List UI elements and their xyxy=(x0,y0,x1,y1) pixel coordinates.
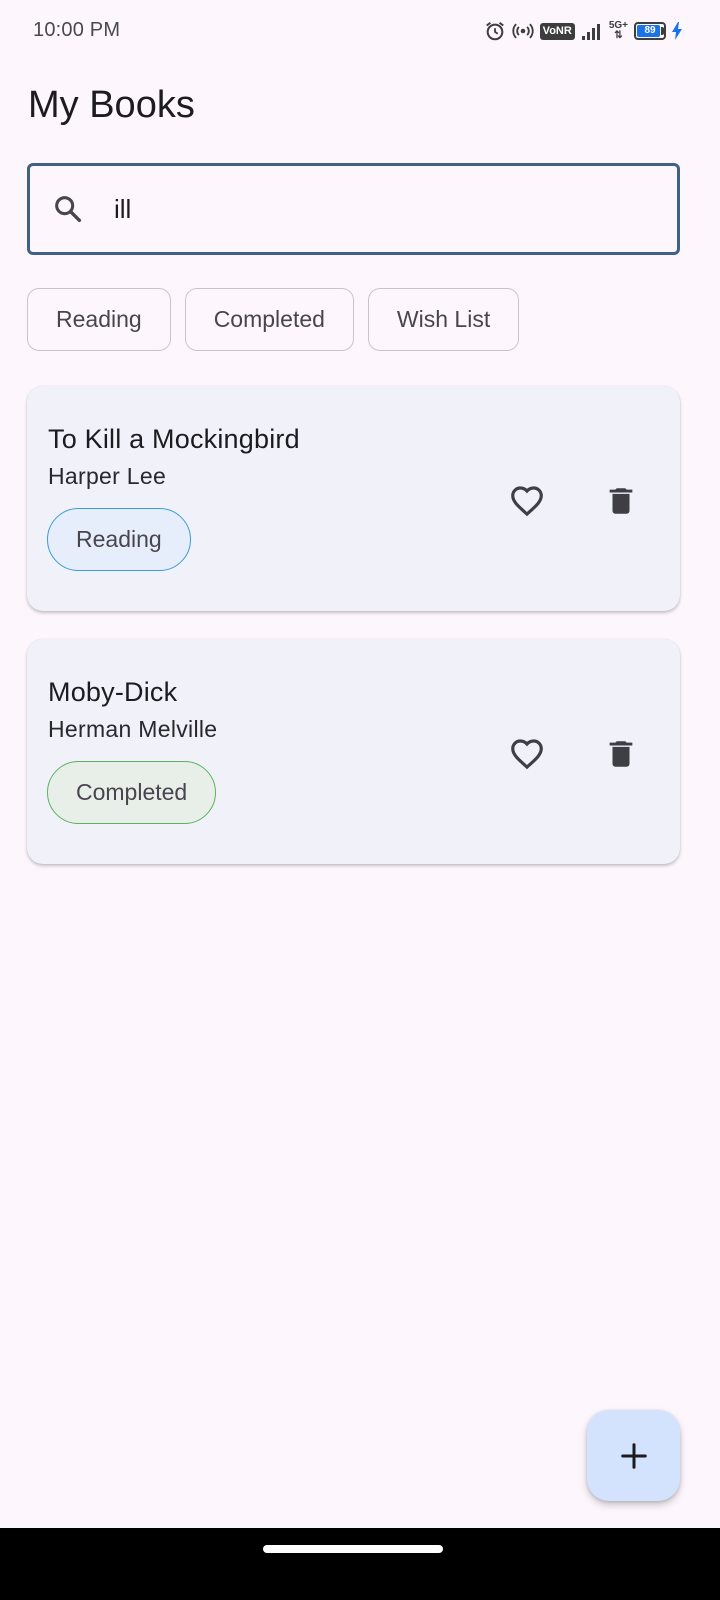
charging-icon xyxy=(670,21,684,41)
battery-level: 89 xyxy=(644,25,656,36)
trash-icon xyxy=(609,741,633,767)
book-list: To Kill a Mockingbird Harper Lee Reading… xyxy=(27,386,680,892)
delete-button[interactable] xyxy=(601,734,641,774)
filter-chip-completed[interactable]: Completed xyxy=(184,288,354,351)
search-input[interactable] xyxy=(112,192,636,226)
battery-icon: 89 xyxy=(634,22,666,40)
status-badge: Completed xyxy=(47,761,217,824)
hotspot-icon xyxy=(512,20,534,42)
filter-chip-wish-list[interactable]: Wish List xyxy=(367,288,520,351)
status-bar: 10:00 PM VoNR 5G+ ⇅ 89 xyxy=(0,0,720,62)
book-card[interactable]: To Kill a Mockingbird Harper Lee Reading xyxy=(27,386,680,611)
search-icon xyxy=(52,193,84,225)
plus-icon xyxy=(620,1442,647,1469)
search-bar[interactable] xyxy=(27,163,680,255)
book-title: Moby-Dick xyxy=(48,677,178,707)
favorite-button[interactable] xyxy=(507,734,547,774)
heart-outline-icon xyxy=(511,486,543,517)
book-author: Herman Melville xyxy=(48,716,218,742)
book-title: To Kill a Mockingbird xyxy=(48,424,300,454)
delete-button[interactable] xyxy=(601,481,641,521)
trash-icon xyxy=(609,488,633,514)
filter-chips: Reading Completed Wish List xyxy=(27,288,520,351)
network-label: 5G+ ⇅ xyxy=(609,21,628,41)
page-title: My Books xyxy=(28,84,195,126)
book-author: Harper Lee xyxy=(48,463,167,489)
favorite-button[interactable] xyxy=(507,481,547,521)
signal-icon xyxy=(581,22,603,40)
data-arrows-icon: ⇅ xyxy=(614,30,623,41)
home-gesture-handle[interactable] xyxy=(263,1545,443,1553)
alarm-icon xyxy=(484,20,506,42)
heart-outline-icon xyxy=(511,739,543,770)
filter-chip-reading[interactable]: Reading xyxy=(27,288,171,351)
status-badge: Reading xyxy=(47,508,191,571)
status-icons: VoNR 5G+ ⇅ 89 xyxy=(484,18,684,44)
navigation-bar xyxy=(0,1528,720,1600)
vonr-badge: VoNR xyxy=(539,22,575,40)
status-time: 10:00 PM xyxy=(33,19,121,41)
book-card[interactable]: Moby-Dick Herman Melville Completed xyxy=(27,639,680,864)
add-book-button[interactable] xyxy=(587,1410,680,1501)
